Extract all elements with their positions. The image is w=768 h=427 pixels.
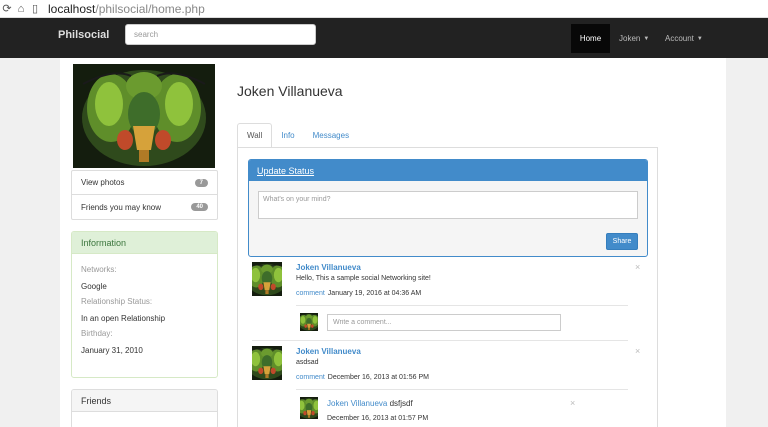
comment-input[interactable] [327,314,561,331]
home-icon[interactable]: ⌂ [14,2,28,16]
info-value: Google [81,282,107,291]
avatar [300,313,318,331]
caret-down-icon: ▼ [643,35,650,42]
post-meta: comment January 19, 2016 at 04:36 AM [296,290,421,297]
divider [296,305,628,306]
sidebar-links: View photos 7 Friends you may know 40 [71,170,218,220]
profile-tabs: Wall Info Messages [237,123,358,148]
caret-down-icon: ▼ [696,35,703,42]
update-status-panel: Update Status Share [248,159,648,257]
tab-messages[interactable]: Messages [304,123,358,148]
share-button[interactable]: Share [606,233,638,250]
count-badge: 40 [191,203,208,211]
friends-panel: Friends [71,389,218,427]
reload-icon[interactable]: ⟳ [0,2,14,16]
nav-home[interactable]: Home [571,24,610,53]
bee-image [252,346,282,380]
post-date: December 16, 2013 at 01:56 PM [327,374,429,381]
nav-account-dropdown[interactable]: Account ▼ [665,24,703,53]
post-author[interactable]: Joken Villanueva [296,347,361,356]
profile-name: Joken Villanueva [237,83,343,99]
tab-wall[interactable]: Wall [237,123,273,148]
sidebar-item-friends-you-may-know[interactable]: Friends you may know 40 [72,195,217,219]
nav-account-label: Account [665,34,694,43]
info-label: Relationship Status: [81,297,153,306]
bee-image [300,313,318,331]
info-label: Birthday: [81,329,113,338]
info-value: In an open Relationship [81,314,166,323]
reply-line: Joken Villanueva dsfjsdf [327,399,413,408]
avatar [300,397,318,419]
close-icon[interactable]: × [635,262,640,272]
update-status-title[interactable]: Update Status [257,166,314,176]
close-icon[interactable]: × [570,398,575,408]
count-badge: 7 [194,178,208,187]
post-meta: comment December 16, 2013 at 01:56 PM [296,374,429,381]
information-panel: Information Networks: Google Relationshi… [71,231,218,378]
divider [252,340,628,341]
avatar[interactable] [252,346,282,380]
sidebar-item-view-photos[interactable]: View photos 7 [72,171,217,195]
comment-link[interactable]: comment [296,290,325,297]
reply-author[interactable]: Joken Villanueva [327,399,387,408]
close-icon[interactable]: × [635,346,640,356]
page-icon: ▯ [31,3,39,15]
address-bar: ⟳ ⌂ ▯ localhost/philsocial/home.php [0,0,768,18]
reply-date: December 16, 2013 at 01:57 PM [327,415,429,422]
post-author[interactable]: Joken Villanueva [296,263,361,272]
friends-header: Friends [72,390,217,412]
info-value: January 31, 2010 [81,346,143,355]
info-label: Networks: [81,265,117,274]
nav-user-label: Joken [619,34,641,43]
bee-image [300,397,318,419]
profile-photo[interactable] [73,64,215,168]
comment-link[interactable]: comment [296,374,325,381]
status-textarea[interactable] [258,191,638,219]
navbar: Philsocial Home Joken▼ Account▼ [0,18,768,58]
sidebar-item-label: Friends you may know [81,202,162,212]
divider [296,389,628,390]
information-header: Information [72,232,217,254]
bee-image [252,262,282,296]
update-status-header: Update Status [249,160,647,181]
brand-logo[interactable]: Philsocial [58,29,109,41]
post-text: asdsad [296,359,319,366]
sidebar-item-label: View photos [81,178,125,187]
bee-image [73,64,215,168]
post-date: January 19, 2016 at 04:36 AM [327,290,422,297]
tab-info[interactable]: Info [272,123,303,148]
url-path: /philsocial/home.php [95,1,205,16]
url-host: localhost [48,1,96,16]
search-input[interactable] [125,24,316,45]
url-text[interactable]: localhost/philsocial/home.php [48,2,205,16]
avatar[interactable] [252,262,282,296]
post-text: Hello, This a sample social Networking s… [296,275,431,282]
nav-user-dropdown[interactable]: Joken ▼ [619,24,649,53]
reply-text: dsfjsdf [389,399,413,408]
